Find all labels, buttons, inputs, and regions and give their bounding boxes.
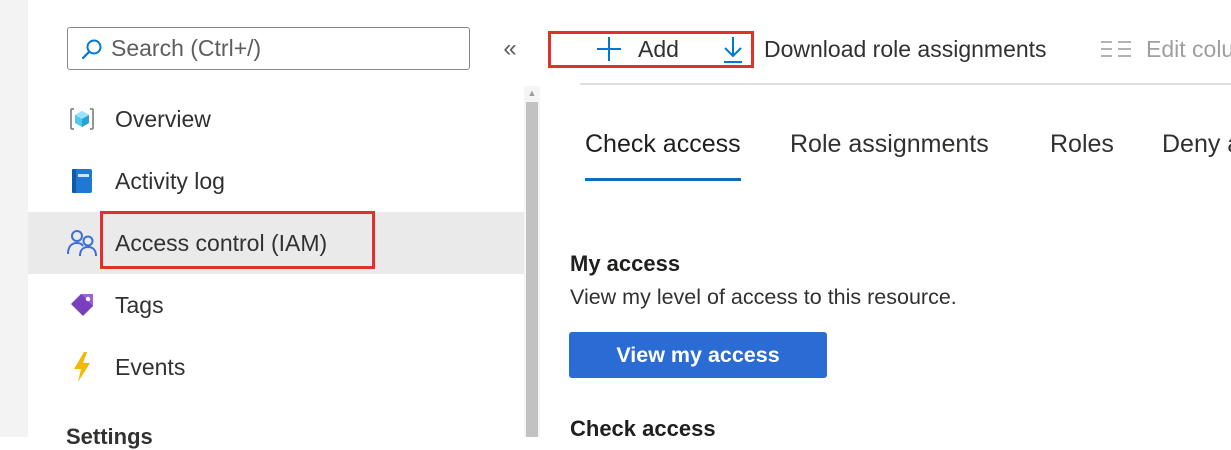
search-input[interactable] bbox=[111, 35, 469, 62]
edit-columns-button[interactable]: Edit columns bbox=[1100, 32, 1231, 66]
tab-bar: Check access Role assignments Roles Deny… bbox=[585, 130, 1231, 186]
download-role-assignments-button[interactable]: Download role assignments bbox=[764, 32, 1047, 66]
sidebar-item-access-control-iam[interactable]: Access control (IAM) bbox=[28, 212, 525, 274]
edit-columns-label: Edit columns bbox=[1146, 35, 1231, 62]
my-access-heading: My access bbox=[570, 251, 681, 276]
sidebar-item-label: Access control (IAM) bbox=[115, 229, 328, 256]
sidebar-item-label: Events bbox=[115, 353, 186, 380]
active-tab-underline bbox=[585, 178, 741, 181]
tab-label: Check access bbox=[585, 130, 741, 158]
add-button[interactable]: Add bbox=[548, 32, 750, 66]
search-icon bbox=[81, 39, 102, 59]
sidebar-item-overview[interactable]: Overview bbox=[28, 88, 525, 150]
sidebar-item-label: Tags bbox=[115, 291, 164, 318]
collapse-sidebar-button[interactable]: « bbox=[497, 32, 523, 66]
activity-log-book-icon bbox=[64, 163, 100, 199]
plus-icon bbox=[597, 37, 621, 61]
scrollbar-thumb[interactable] bbox=[526, 102, 538, 437]
lightning-icon bbox=[64, 349, 100, 385]
sidebar-item-label: Overview bbox=[115, 105, 211, 132]
overview-cube-icon bbox=[64, 101, 100, 137]
sidebar-item-activity-log[interactable]: Activity log bbox=[28, 150, 525, 212]
view-my-access-button[interactable]: View my access bbox=[569, 332, 827, 378]
settings-section-heading: Settings bbox=[66, 424, 153, 449]
tab-label: Roles bbox=[1050, 130, 1114, 158]
columns-icon bbox=[1101, 41, 1131, 57]
sidebar-item-label: Activity log bbox=[115, 167, 225, 194]
search-box[interactable] bbox=[67, 27, 470, 70]
tab-label: Role assignments bbox=[790, 130, 989, 158]
download-arrow-icon bbox=[724, 37, 742, 63]
sidebar-item-events[interactable]: Events bbox=[28, 336, 525, 398]
tag-icon bbox=[64, 287, 100, 323]
tab-roles[interactable]: Roles bbox=[1050, 130, 1114, 182]
scroll-up-arrow-icon[interactable]: ▲ bbox=[526, 88, 538, 98]
add-button-label: Add bbox=[638, 35, 679, 62]
sidebar-nav: Overview Activity log Access control (IA… bbox=[28, 88, 525, 398]
tab-label: Deny assignments bbox=[1162, 130, 1231, 158]
tab-check-access[interactable]: Check access bbox=[585, 130, 741, 182]
tab-role-assignments[interactable]: Role assignments bbox=[790, 130, 989, 182]
toolbar-divider bbox=[580, 83, 1231, 85]
left-edge-panel bbox=[0, 0, 28, 437]
sidebar-item-tags[interactable]: Tags bbox=[28, 274, 525, 336]
check-access-heading: Check access bbox=[570, 416, 716, 441]
tab-deny-assignments[interactable]: Deny assignments bbox=[1162, 130, 1231, 182]
my-access-description: View my level of access to this resource… bbox=[570, 285, 957, 309]
users-iam-icon bbox=[64, 225, 100, 261]
